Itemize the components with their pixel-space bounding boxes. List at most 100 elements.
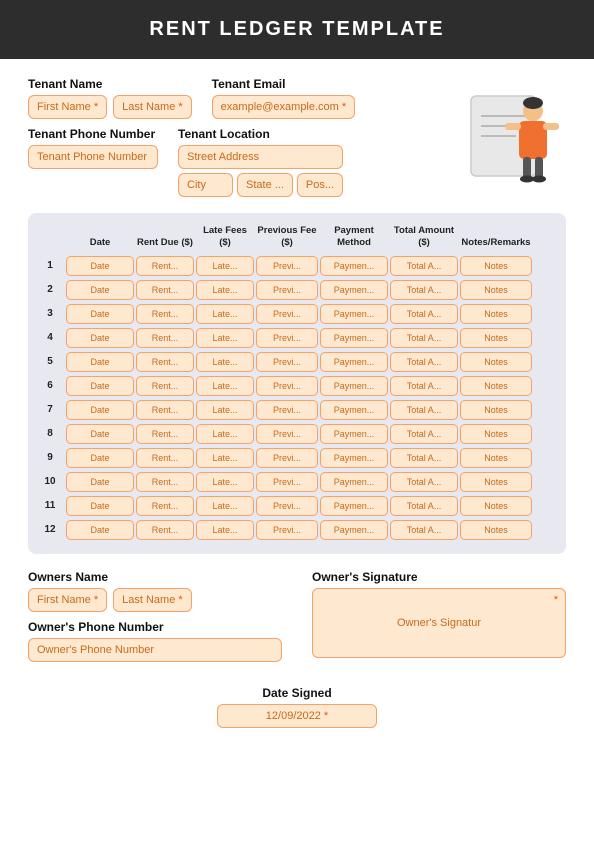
row-notes-field[interactable]: Notes: [460, 520, 532, 540]
owner-last-name-field[interactable]: Last Name: [113, 588, 192, 612]
tenant-first-name-field[interactable]: First Name: [28, 95, 107, 119]
row-rent-field[interactable]: Rent...: [136, 376, 194, 396]
row-notes-field[interactable]: Notes: [460, 304, 532, 324]
row-notes-field[interactable]: Notes: [460, 256, 532, 276]
row-payment-field[interactable]: Paymen...: [320, 520, 388, 540]
owner-signature-field[interactable]: Owner's Signatur: [312, 588, 566, 658]
row-date-field[interactable]: Date: [66, 520, 134, 540]
row-rent-field[interactable]: Rent...: [136, 472, 194, 492]
row-late-field[interactable]: Late...: [196, 424, 254, 444]
row-rent-field[interactable]: Rent...: [136, 448, 194, 468]
row-late-field[interactable]: Late...: [196, 376, 254, 396]
row-rent-field[interactable]: Rent...: [136, 400, 194, 420]
row-payment-field[interactable]: Paymen...: [320, 304, 388, 324]
tenant-city-field[interactable]: City: [178, 173, 233, 197]
row-total-field[interactable]: Total A...: [390, 472, 458, 492]
row-payment-field[interactable]: Paymen...: [320, 448, 388, 468]
row-date-field[interactable]: Date: [66, 424, 134, 444]
row-late-field[interactable]: Late...: [196, 328, 254, 348]
owner-phone-field[interactable]: Owner's Phone Number: [28, 638, 282, 662]
row-payment-field[interactable]: Paymen...: [320, 352, 388, 372]
row-date-field[interactable]: Date: [66, 376, 134, 396]
row-late-field[interactable]: Late...: [196, 448, 254, 468]
row-date-field[interactable]: Date: [66, 256, 134, 276]
row-total-field[interactable]: Total A...: [390, 328, 458, 348]
row-rent-field[interactable]: Rent...: [136, 328, 194, 348]
row-notes-field[interactable]: Notes: [460, 328, 532, 348]
row-prev-field[interactable]: Previ...: [256, 400, 318, 420]
row-date-field[interactable]: Date: [66, 280, 134, 300]
row-prev-field[interactable]: Previ...: [256, 520, 318, 540]
row-rent-field[interactable]: Rent...: [136, 280, 194, 300]
row-total-field[interactable]: Total A...: [390, 520, 458, 540]
row-total-field[interactable]: Total A...: [390, 304, 458, 324]
row-total-field[interactable]: Total A...: [390, 496, 458, 516]
row-payment-field[interactable]: Paymen...: [320, 400, 388, 420]
tenant-postal-field[interactable]: Pos...: [297, 173, 343, 197]
row-late-field[interactable]: Late...: [196, 400, 254, 420]
row-late-field[interactable]: Late...: [196, 520, 254, 540]
row-rent-field[interactable]: Rent...: [136, 424, 194, 444]
tenant-phone-field[interactable]: Tenant Phone Number: [28, 145, 158, 169]
row-number: 9: [36, 452, 64, 463]
tenant-email-field[interactable]: example@example.com: [212, 95, 356, 119]
row-date-field[interactable]: Date: [66, 448, 134, 468]
row-total-field[interactable]: Total A...: [390, 448, 458, 468]
tenant-last-name-field[interactable]: Last Name: [113, 95, 192, 119]
row-total-field[interactable]: Total A...: [390, 424, 458, 444]
row-notes-field[interactable]: Notes: [460, 496, 532, 516]
row-notes-field[interactable]: Notes: [460, 448, 532, 468]
row-number: 3: [36, 308, 64, 319]
row-prev-field[interactable]: Previ...: [256, 472, 318, 492]
row-rent-field[interactable]: Rent...: [136, 496, 194, 516]
row-prev-field[interactable]: Previ...: [256, 376, 318, 396]
row-rent-field[interactable]: Rent...: [136, 304, 194, 324]
row-payment-field[interactable]: Paymen...: [320, 280, 388, 300]
row-payment-field[interactable]: Paymen...: [320, 256, 388, 276]
row-date-field[interactable]: Date: [66, 472, 134, 492]
row-late-field[interactable]: Late...: [196, 352, 254, 372]
row-total-field[interactable]: Total A...: [390, 376, 458, 396]
row-rent-field[interactable]: Rent...: [136, 352, 194, 372]
row-date-field[interactable]: Date: [66, 304, 134, 324]
row-late-field[interactable]: Late...: [196, 496, 254, 516]
row-date-field[interactable]: Date: [66, 496, 134, 516]
row-prev-field[interactable]: Previ...: [256, 448, 318, 468]
row-rent-field[interactable]: Rent...: [136, 520, 194, 540]
row-notes-field[interactable]: Notes: [460, 424, 532, 444]
row-late-field[interactable]: Late...: [196, 472, 254, 492]
row-notes-field[interactable]: Notes: [460, 400, 532, 420]
row-notes-field[interactable]: Notes: [460, 352, 532, 372]
row-notes-field[interactable]: Notes: [460, 472, 532, 492]
row-date-field[interactable]: Date: [66, 400, 134, 420]
date-signed-field[interactable]: 12/09/2022: [217, 704, 377, 728]
row-date-field[interactable]: Date: [66, 352, 134, 372]
row-late-field[interactable]: Late...: [196, 280, 254, 300]
row-notes-field[interactable]: Notes: [460, 280, 532, 300]
row-total-field[interactable]: Total A...: [390, 400, 458, 420]
row-late-field[interactable]: Late...: [196, 256, 254, 276]
row-late-field[interactable]: Late...: [196, 304, 254, 324]
row-payment-field[interactable]: Paymen...: [320, 472, 388, 492]
row-payment-field[interactable]: Paymen...: [320, 328, 388, 348]
owner-first-name-field[interactable]: First Name: [28, 588, 107, 612]
row-payment-field[interactable]: Paymen...: [320, 424, 388, 444]
tenant-state-field[interactable]: State ...: [237, 173, 293, 197]
row-rent-field[interactable]: Rent...: [136, 256, 194, 276]
row-payment-field[interactable]: Paymen...: [320, 376, 388, 396]
row-date-field[interactable]: Date: [66, 328, 134, 348]
row-payment-field[interactable]: Paymen...: [320, 496, 388, 516]
row-total-field[interactable]: Total A...: [390, 256, 458, 276]
row-notes-field[interactable]: Notes: [460, 376, 532, 396]
table-row: 6 Date Rent... Late... Previ... Paymen..…: [36, 376, 558, 396]
row-prev-field[interactable]: Previ...: [256, 352, 318, 372]
row-prev-field[interactable]: Previ...: [256, 304, 318, 324]
row-prev-field[interactable]: Previ...: [256, 280, 318, 300]
row-total-field[interactable]: Total A...: [390, 352, 458, 372]
row-prev-field[interactable]: Previ...: [256, 496, 318, 516]
tenant-street-field[interactable]: Street Address: [178, 145, 343, 169]
row-total-field[interactable]: Total A...: [390, 280, 458, 300]
row-prev-field[interactable]: Previ...: [256, 256, 318, 276]
row-prev-field[interactable]: Previ...: [256, 328, 318, 348]
row-prev-field[interactable]: Previ...: [256, 424, 318, 444]
